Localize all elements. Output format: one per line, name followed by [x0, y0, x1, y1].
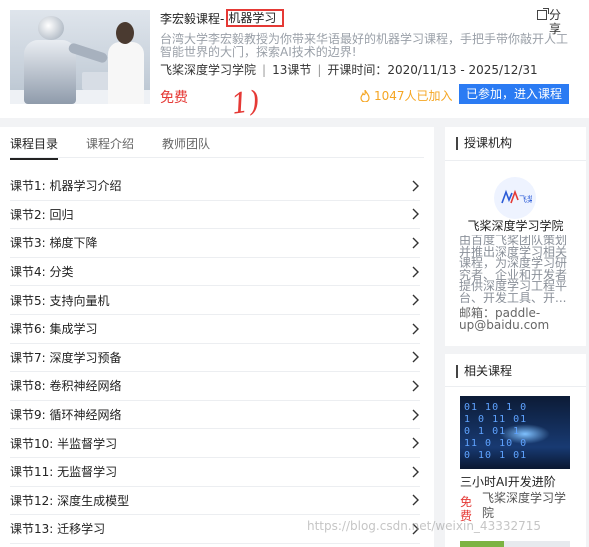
chevron-right-icon — [412, 409, 419, 421]
course-period: 开课时间：2020/11/13 - 2025/12/31 — [327, 63, 538, 77]
org-logo-text: 飞桨 — [519, 194, 532, 204]
lesson-title: 课节1: 机器学习介绍 — [10, 179, 122, 194]
course-cover-image[interactable] — [10, 10, 150, 104]
lesson-item[interactable]: 课节4: 分类 — [10, 258, 420, 287]
course-description: 台湾大学李宏毅教授为你带来华语最好的机器学习课程，手把手带你敲开人工智能世界的大… — [160, 32, 569, 59]
related-course-title[interactable]: 三小时AI开发进阶 — [460, 473, 556, 490]
org-name[interactable]: 飞桨深度学习学院 — [445, 217, 586, 234]
course-header: 李宏毅课程- 机器学习 分享 台湾大学李宏毅教授为你带来华语最好的机器学习课程，… — [0, 0, 589, 121]
share-icon — [537, 8, 549, 20]
lesson-item[interactable]: 课节2: 回归 — [10, 201, 420, 230]
lesson-list: 课节1: 机器学习介绍 课节2: 回归 课节3: 梯度下降 课节4: 分类 课节… — [10, 172, 420, 544]
org-section-divider — [445, 160, 586, 161]
related-section-divider — [445, 386, 586, 387]
lesson-title: 课节11: 无监督学习 — [10, 465, 118, 480]
related-section-title: 相关课程 — [456, 365, 512, 378]
watermark: https://blog.csdn.net/weixin_43332715 — [307, 519, 542, 533]
course-title-main: 李宏毅课程- — [160, 11, 225, 26]
lesson-title: 课节7: 深度学习预备 — [10, 350, 122, 365]
paddle-logo-icon: 飞桨 — [501, 189, 532, 204]
org-logo[interactable]: 飞桨 — [494, 177, 536, 219]
lesson-title: 课节12: 深度生成模型 — [10, 493, 130, 508]
lesson-item[interactable]: 课节3: 梯度下降 — [10, 229, 420, 258]
lesson-item[interactable]: 课节11: 无监督学习 — [10, 458, 420, 487]
course-title-highlight: 机器学习 — [226, 9, 285, 27]
lesson-title: 课节3: 梯度下降 — [10, 236, 98, 251]
lesson-count: 13课节 — [272, 63, 312, 77]
lesson-title: 课节9: 循环神经网络 — [10, 408, 122, 423]
course-title: 李宏毅课程- 机器学习 — [160, 9, 285, 27]
org-email: 邮箱：paddle-up@baidu.com — [459, 306, 550, 332]
tab-divider — [10, 157, 424, 158]
lesson-item[interactable]: 课节8: 卷积神经网络 — [10, 372, 420, 401]
course-org[interactable]: 飞桨深度学习学院 — [160, 63, 256, 77]
lesson-title: 课节4: 分类 — [10, 265, 74, 280]
chevron-right-icon — [412, 294, 419, 306]
lesson-item[interactable]: 课节6: 集成学习 — [10, 315, 420, 344]
org-description: 由百度飞桨团队策划并推出深度学习相关课程，为深度学习研究者、企业和开发者提供深度… — [459, 235, 568, 303]
lesson-item[interactable]: 课节7: 深度学习预备 — [10, 344, 420, 373]
chevron-right-icon — [412, 237, 419, 249]
joined-count: 1047人已加入 — [360, 87, 453, 104]
chevron-right-icon — [412, 437, 419, 449]
chevron-right-icon — [412, 466, 419, 478]
share-button[interactable]: 分享 — [537, 8, 569, 36]
chevron-right-icon — [412, 351, 419, 363]
lesson-title: 课节8: 卷积神经网络 — [10, 379, 122, 394]
handwritten-annotation: 1) — [228, 84, 262, 121]
lesson-title: 课节5: 支持向量机 — [10, 293, 110, 308]
lesson-title: 课节2: 回归 — [10, 207, 74, 222]
chevron-right-icon — [412, 380, 419, 392]
related-course-org: 飞桨深度学习学院 — [482, 491, 567, 520]
lesson-item[interactable]: 课节5: 支持向量机 — [10, 286, 420, 315]
chevron-right-icon — [412, 266, 419, 278]
lesson-title: 课节10: 半监督学习 — [10, 436, 118, 451]
course-price: 免费 — [160, 90, 188, 106]
chevron-right-icon — [412, 208, 419, 220]
org-section-title: 授课机构 — [456, 137, 512, 150]
related-course-thumbnail[interactable]: 01 10 1 01 0 11 01 0 1 01 1 11 0 10 00 10 … — [460, 396, 570, 469]
lesson-title: 课节13: 迁移学习 — [10, 522, 106, 537]
enter-course-button[interactable]: 已参加，进入课程 — [459, 84, 569, 104]
related-course-bar — [460, 541, 570, 547]
joined-count-text: 1047人已加入 — [374, 89, 453, 103]
chevron-right-icon — [412, 323, 419, 335]
lesson-item[interactable]: 课节10: 半监督学习 — [10, 429, 420, 458]
course-content-panel: 课程目录 课程介绍 教师团队 课节1: 机器学习介绍 课节2: 回归 课节3: … — [0, 127, 434, 547]
fire-icon — [360, 89, 370, 102]
course-meta: 飞桨深度学习学院 | 13课节 | 开课时间：2020/11/13 - 2025/12/… — [160, 63, 538, 77]
lesson-item[interactable]: 课节12: 深度生成模型 — [10, 487, 420, 516]
chevron-right-icon — [412, 180, 419, 192]
lesson-item[interactable]: 课节1: 机器学习介绍 — [10, 172, 420, 201]
org-card: 授课机构 飞桨 飞桨深度学习学院 由百度飞桨团队策划并推出深度学习相关课程，为深… — [445, 127, 586, 346]
chevron-right-icon — [412, 494, 419, 506]
lesson-item[interactable]: 课节9: 循环神经网络 — [10, 401, 420, 430]
lesson-title: 课节6: 集成学习 — [10, 322, 98, 337]
